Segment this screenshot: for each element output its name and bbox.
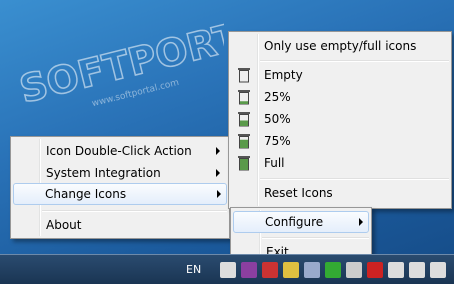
menu-item-label: System Integration bbox=[46, 166, 161, 180]
language-indicator[interactable]: EN bbox=[186, 263, 201, 276]
flag-icon[interactable] bbox=[409, 262, 425, 278]
menu-item-label: Configure bbox=[265, 215, 324, 229]
menu-item-configure[interactable]: Configure bbox=[233, 211, 369, 233]
menu-item-level-75pct[interactable]: 75% bbox=[231, 130, 449, 152]
menu-item-label: Full bbox=[264, 156, 285, 170]
recycle-bin-icon bbox=[238, 68, 250, 83]
menu-separator bbox=[260, 178, 449, 180]
recycle-bin-icon bbox=[238, 134, 250, 149]
menu-item-level-50pct[interactable]: 50% bbox=[231, 108, 449, 130]
menu-item-label: Change Icons bbox=[45, 187, 127, 201]
menu-item-label: Only use empty/full icons bbox=[264, 39, 417, 53]
chevron-right-icon bbox=[216, 169, 220, 177]
recycle-bin-icon bbox=[238, 90, 250, 105]
main-context-menu: Icon Double-Click Action System Integrat… bbox=[10, 136, 230, 239]
arrow-icon[interactable] bbox=[346, 262, 362, 278]
chevron-right-icon bbox=[216, 147, 220, 155]
change-icons-submenu: Only use empty/full icons Empty 25% 50% 75%… bbox=[228, 31, 452, 209]
menu-item-label: 25% bbox=[264, 90, 291, 104]
menu-item-label: Icon Double-Click Action bbox=[46, 144, 192, 158]
menu-item-level-full[interactable]: Full bbox=[231, 152, 449, 174]
tools-icon[interactable] bbox=[283, 262, 299, 278]
menu-item-label: About bbox=[46, 218, 82, 232]
menu-item-level-25pct[interactable]: 25% bbox=[231, 86, 449, 108]
menu-item-label: Reset Icons bbox=[264, 186, 333, 200]
menu-item-label: Empty bbox=[264, 68, 303, 82]
usb-icon[interactable] bbox=[388, 262, 404, 278]
menu-item-label: 50% bbox=[264, 112, 291, 126]
menu-item-change-icons[interactable]: Change Icons bbox=[13, 183, 227, 205]
menu-item-about[interactable]: About bbox=[13, 214, 227, 236]
menu-item-system-integration[interactable]: System Integration bbox=[13, 162, 227, 184]
menu-item-label: 75% bbox=[264, 134, 291, 148]
menu-item-level-empty[interactable]: Empty bbox=[231, 64, 449, 86]
menu-separator bbox=[262, 237, 369, 239]
menu-item-reset-icons[interactable]: Reset Icons bbox=[231, 182, 449, 204]
chevron-right-icon bbox=[217, 190, 221, 198]
taskbar: EN bbox=[0, 254, 454, 284]
menu-item-icon-double-click-action[interactable]: Icon Double-Click Action bbox=[13, 140, 227, 162]
recycle-bin-icon bbox=[238, 156, 250, 171]
onenote-icon[interactable] bbox=[241, 262, 257, 278]
stop-icon[interactable] bbox=[367, 262, 383, 278]
recycle-bin-icon bbox=[238, 112, 250, 127]
recycle-bin-icon[interactable] bbox=[220, 262, 236, 278]
security-check-icon[interactable] bbox=[325, 262, 341, 278]
menu-separator bbox=[42, 210, 227, 212]
chevron-right-icon bbox=[359, 218, 363, 226]
menu-separator bbox=[260, 60, 449, 62]
softportal-watermark: SOFTPORTAL www.softportal.com bbox=[15, 18, 224, 112]
menu-item-only-empty-full[interactable]: Only use empty/full icons bbox=[231, 35, 449, 57]
shield-icon[interactable] bbox=[262, 262, 278, 278]
volume-icon[interactable] bbox=[430, 262, 446, 278]
network-icon[interactable] bbox=[304, 262, 320, 278]
